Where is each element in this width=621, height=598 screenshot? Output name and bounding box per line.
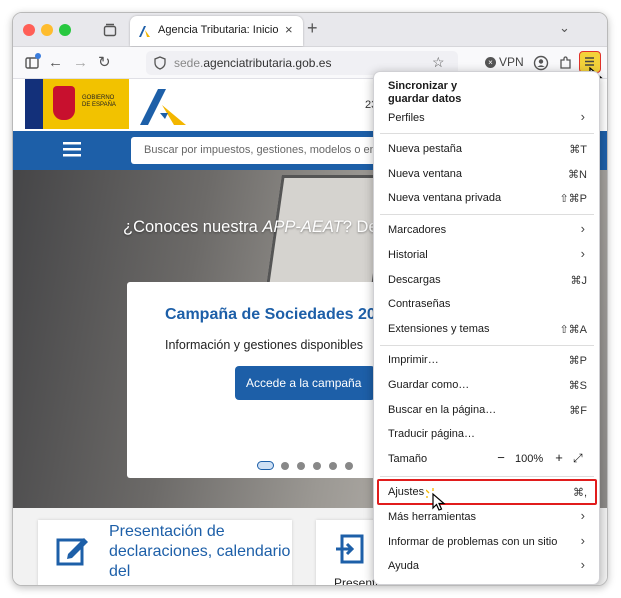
zoom-window-button[interactable] xyxy=(59,24,71,36)
sidebar-badge xyxy=(35,53,41,59)
menu-divider xyxy=(380,345,594,346)
forward-arrow-icon[interactable]: → xyxy=(73,54,88,72)
vpn-icon: × xyxy=(485,57,496,68)
new-tab-icon[interactable]: + xyxy=(307,18,318,39)
carousel-dot[interactable] xyxy=(345,462,353,470)
campaign-title: Campaña de Sociedades 20 xyxy=(165,306,376,323)
menu-divider xyxy=(380,476,594,477)
fullscreen-icon[interactable]: ⤢ xyxy=(573,451,583,466)
carousel-dot[interactable] xyxy=(297,462,305,470)
chevron-right-icon: › xyxy=(580,109,585,124)
edit-document-icon xyxy=(56,538,88,566)
reload-icon[interactable]: ↻ xyxy=(98,54,111,72)
menu-report-site[interactable]: Informar de problemas con un sitio › xyxy=(374,530,599,554)
chevron-right-icon: › xyxy=(580,508,585,523)
tab-bar: Agencia Tributaria: Inicio × + ⌄ xyxy=(13,13,607,47)
carousel-dot[interactable] xyxy=(329,462,337,470)
hero-title: ¿Conoces nuestra APP-AEAT? Desc xyxy=(123,218,395,236)
tab-active[interactable]: Agencia Tributaria: Inicio × xyxy=(130,16,303,46)
app-menu-panel: Sincronizar y guardar datos Perfiles › Nu… xyxy=(373,71,600,585)
menu-downloads[interactable]: Descargas ⌘J xyxy=(374,268,599,292)
zoom-out-button[interactable]: − xyxy=(492,449,510,467)
tab-title: Agencia Tributaria: Inicio xyxy=(158,24,279,36)
gov-text: GOBIERNO DE ESPAÑA xyxy=(82,95,116,108)
url-text: sede.agenciatributaria.gob.es xyxy=(174,56,332,70)
menu-new-tab[interactable]: Nueva pestaña ⌘T xyxy=(374,137,599,161)
settings-highlight-box xyxy=(377,479,597,505)
menu-profiles[interactable]: Perfiles › xyxy=(374,106,599,130)
browser-window: Agencia Tributaria: Inicio × + ⌄ ← → ↻ s… xyxy=(12,12,608,586)
chevron-right-icon: › xyxy=(580,221,585,236)
minimize-window-button[interactable] xyxy=(41,24,53,36)
shield-icon xyxy=(154,56,166,70)
eu-flag xyxy=(25,79,43,129)
zoom-level: 100% xyxy=(515,453,544,465)
bookmark-star-icon[interactable]: ☆ xyxy=(432,54,445,71)
menu-passwords[interactable]: Contraseñas xyxy=(374,292,599,316)
menu-find[interactable]: Buscar en la página… ⌘F xyxy=(374,398,599,422)
close-tab-icon[interactable]: × xyxy=(285,22,293,37)
menu-print[interactable]: Imprimir… ⌘P xyxy=(374,348,599,372)
chevron-right-icon: › xyxy=(580,533,585,548)
account-icon[interactable] xyxy=(533,55,549,71)
campaign-button[interactable]: Accede a la campaña xyxy=(235,366,375,400)
extensions-puzzle-icon[interactable] xyxy=(558,55,574,71)
campaign-text: Información y gestiones disponibles xyxy=(165,338,364,352)
carousel-dot[interactable] xyxy=(313,462,321,470)
menu-zoom: Tamaño − 100% + ⤢ xyxy=(388,449,583,467)
back-arrow-icon[interactable]: ← xyxy=(48,54,63,72)
campaign-card: Campaña de Sociedades 20 Información y g… xyxy=(127,282,397,478)
carousel-dot-active[interactable] xyxy=(257,461,274,470)
vpn-button[interactable]: VPN xyxy=(499,55,524,69)
aeat-logo-icon[interactable] xyxy=(138,85,190,127)
zoom-in-button[interactable]: + xyxy=(550,449,568,467)
menu-private-window[interactable]: Nueva ventana privada ⇧⌘P xyxy=(374,186,599,210)
menu-extensions[interactable]: Extensiones y temas ⇧⌘A xyxy=(374,317,599,341)
menu-divider xyxy=(380,133,594,134)
menu-divider xyxy=(380,214,594,215)
menu-new-window[interactable]: Nueva ventana ⌘N xyxy=(374,162,599,186)
chevron-right-icon: › xyxy=(580,557,585,572)
gov-spain-logo[interactable]: GOBIERNO DE ESPAÑA xyxy=(25,79,129,129)
aeat-favicon-icon xyxy=(139,26,150,37)
coat-of-arms-icon xyxy=(53,86,75,120)
menu-save-as[interactable]: Guardar como… ⌘S xyxy=(374,373,599,397)
submit-document-icon xyxy=(336,534,364,564)
carousel-dot[interactable] xyxy=(281,462,289,470)
menu-translate[interactable]: Traducir página… xyxy=(374,422,599,446)
close-window-button[interactable] xyxy=(23,24,35,36)
chevron-right-icon: › xyxy=(580,246,585,261)
menu-more-tools[interactable]: Más herramientas › xyxy=(374,505,599,529)
menu-sync[interactable]: Sincronizar y guardar datos xyxy=(388,80,498,106)
menu-help[interactable]: Ayuda › xyxy=(374,554,599,578)
tile-title: Presentación de declaraciones, calendari… xyxy=(109,523,291,580)
tab-overview-icon[interactable] xyxy=(103,23,117,37)
tile-declarations[interactable]: Presentación de declaraciones, calendari… xyxy=(38,520,292,585)
tab-list-chevron-icon[interactable]: ⌄ xyxy=(559,20,570,36)
menu-history[interactable]: Historial › xyxy=(374,243,599,267)
menu-bookmarks[interactable]: Marcadores › xyxy=(374,218,599,242)
site-menu-icon[interactable] xyxy=(63,141,81,157)
